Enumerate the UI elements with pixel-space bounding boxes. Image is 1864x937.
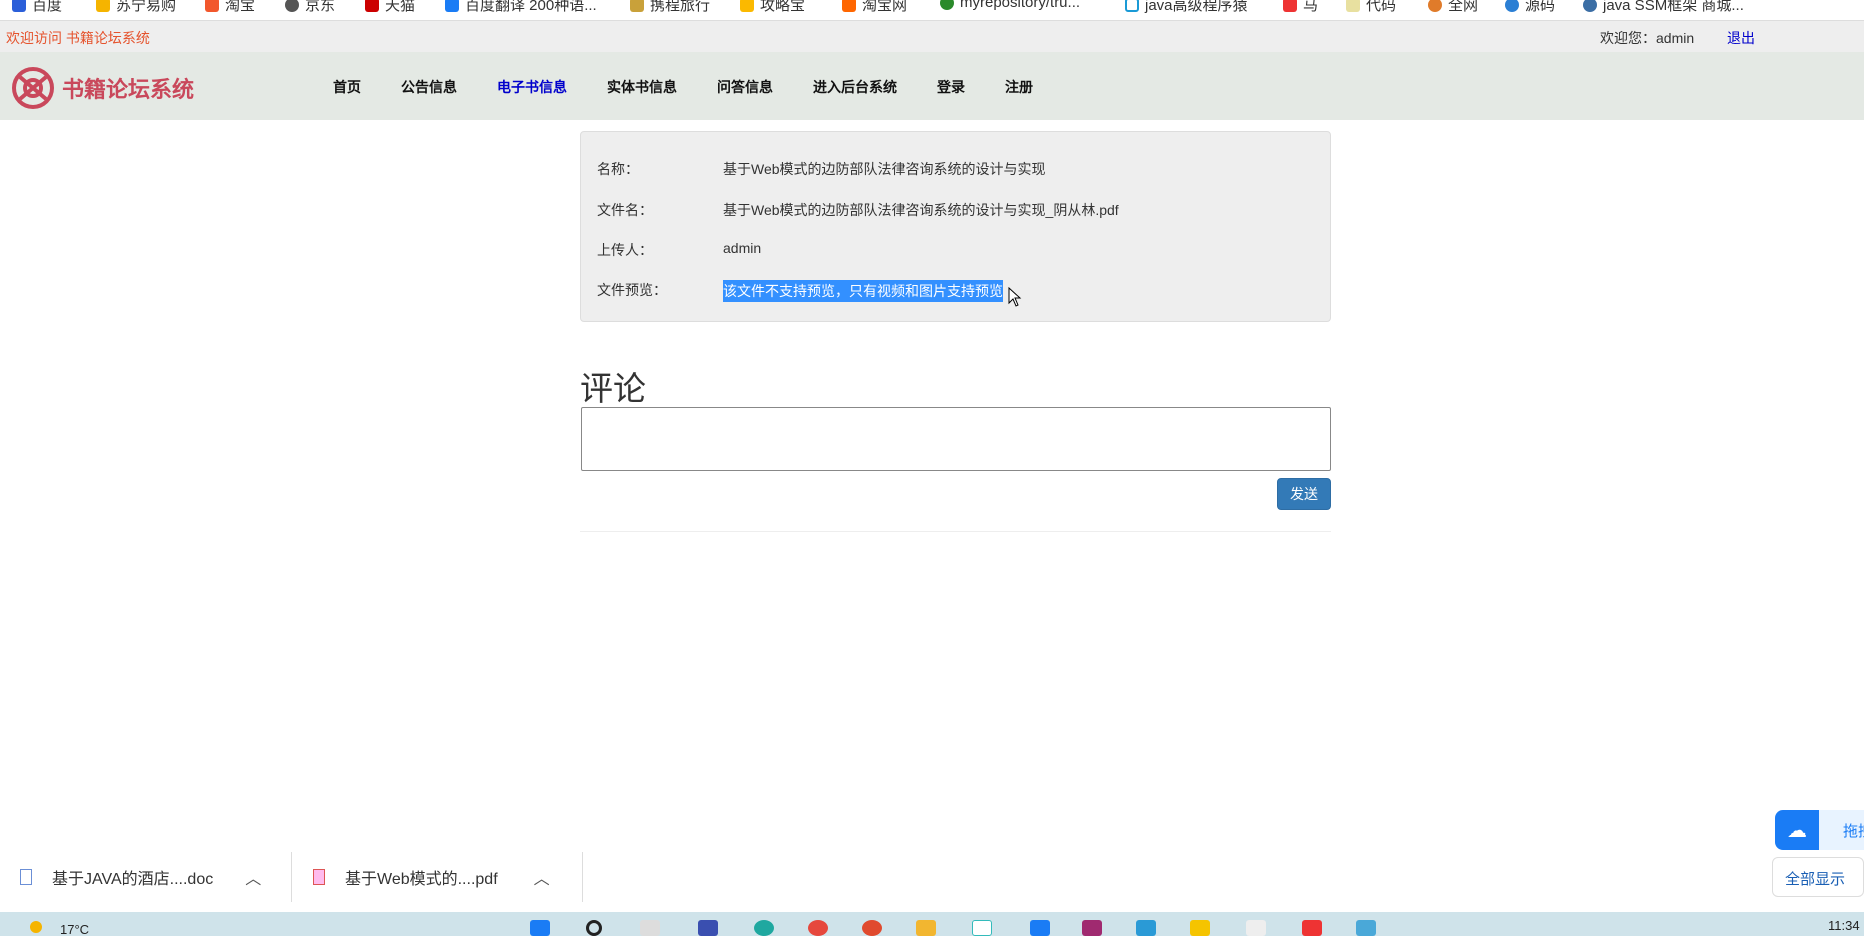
chrome-icon[interactable]: [808, 920, 828, 936]
jd-icon: [285, 0, 299, 12]
app-icon[interactable]: [1246, 920, 1266, 936]
bookmarks-bar: 百度 苏宁易购 淘宝 京东 天猫 百度翻译 200种语... 携程旅行 攻略宝 …: [0, 0, 1864, 21]
baidu-netdisk-widget[interactable]: ☁ 拖拽: [1775, 810, 1864, 850]
label: 名称：: [597, 161, 639, 177]
app-icon[interactable]: [698, 920, 718, 936]
detail-row-preview: 文件预览： 该文件不支持预览，只有视频和图片支持预览: [597, 280, 1003, 302]
download-bar: 基于JAVA的酒店....doc ︿ 基于Web模式的....pdf ︿: [0, 844, 1864, 910]
mouse-cursor-icon: [1008, 287, 1022, 307]
nav-register[interactable]: 注册: [1005, 77, 1033, 97]
bookmark-icon: [1505, 0, 1519, 12]
label: 文件名：: [597, 202, 653, 218]
value: 基于Web模式的边防部队法律咨询系统的设计与实现: [723, 161, 1046, 177]
start-icon[interactable]: [530, 920, 550, 936]
weather-temp: 17°C: [60, 922, 90, 937]
chevron-up-icon[interactable]: ︿: [534, 865, 550, 889]
repo-icon: [940, 0, 954, 10]
doc-file-icon: [20, 869, 32, 885]
browser-icon[interactable]: [862, 920, 882, 936]
comment-input[interactable]: [581, 407, 1331, 471]
bookmark[interactable]: 马: [1283, 0, 1318, 15]
bookmark[interactable]: 百度: [12, 0, 62, 15]
value: 基于Web模式的边防部队法律咨询系统的设计与实现_阴从林.pdf: [723, 202, 1119, 218]
label: 文件预览：: [597, 282, 667, 298]
detail-row-uploader: 上传人： admin: [597, 240, 761, 260]
nav-announcements[interactable]: 公告信息: [401, 77, 457, 97]
ide-icon[interactable]: [1082, 920, 1102, 936]
taobao-icon: [205, 0, 219, 12]
bookmark[interactable]: 京东: [285, 0, 335, 15]
bookmark[interactable]: myrepository/tru...: [940, 0, 1080, 11]
app-icon[interactable]: [1356, 920, 1376, 936]
bookmark-icon: [1346, 0, 1360, 12]
label: 上传人：: [597, 242, 653, 258]
app-icon[interactable]: [972, 920, 992, 936]
top-welcome-bar: 欢迎访问 书籍论坛系统 欢迎您：admin 退出: [0, 21, 1864, 52]
taskview-icon[interactable]: [640, 920, 660, 936]
bookmark[interactable]: 携程旅行: [630, 0, 710, 15]
logout-link[interactable]: 退出: [1727, 28, 1755, 48]
taobao-icon: [842, 0, 856, 12]
download-item[interactable]: 基于Web模式的....pdf ︿: [313, 844, 550, 910]
search-icon[interactable]: [586, 920, 602, 936]
nav-admin[interactable]: 进入后台系统: [813, 77, 897, 97]
nav-login[interactable]: 登录: [937, 77, 965, 97]
download-item[interactable]: 基于JAVA的酒店....doc ︿: [20, 844, 261, 910]
bookmark[interactable]: 苏宁易购: [96, 0, 176, 15]
baidu-icon: [12, 0, 26, 12]
travel-icon: [630, 0, 644, 12]
suning-icon: [96, 0, 110, 12]
value: 该文件不支持预览，只有视频和图片支持预览: [723, 280, 1003, 302]
bookmark[interactable]: 源码: [1505, 0, 1555, 15]
windows-taskbar: 17°C 11:34: [0, 912, 1864, 937]
bookmark-icon: [740, 0, 754, 12]
bookmark[interactable]: 百度翻译 200种语...: [445, 0, 597, 15]
folder-icon[interactable]: [916, 920, 936, 936]
bookmark-icon: [1428, 0, 1442, 12]
bookmark-icon: [1283, 0, 1297, 12]
bookmark[interactable]: 天猫: [365, 0, 415, 15]
bookmark[interactable]: 攻略宝: [740, 0, 805, 15]
tmall-icon: [365, 0, 379, 12]
detail-row-name: 名称： 基于Web模式的边防部队法律咨询系统的设计与实现: [597, 159, 1046, 179]
welcome-text: 欢迎访问 书籍论坛系统: [6, 30, 150, 46]
bookmark[interactable]: 全网: [1428, 0, 1478, 15]
translate-icon: [445, 0, 459, 12]
pdf-file-icon: [313, 869, 325, 885]
wordpress-icon: [1583, 0, 1597, 12]
logo-text: 书籍论坛系统: [62, 77, 195, 102]
edge-icon[interactable]: [754, 920, 774, 936]
site-logo[interactable]: 书籍论坛系统: [10, 65, 194, 111]
chevron-up-icon[interactable]: ︿: [245, 865, 261, 889]
main-nav: 书籍论坛系统 首页 公告信息 电子书信息 实体书信息 问答信息 进入后台系统 登…: [0, 52, 1864, 120]
nav-qa[interactable]: 问答信息: [717, 77, 773, 97]
weather-icon: [30, 921, 42, 933]
app-icon[interactable]: [1136, 920, 1156, 936]
bookmark[interactable]: 代码: [1346, 0, 1396, 15]
ebook-detail-panel: 名称： 基于Web模式的边防部队法律咨询系统的设计与实现 文件名： 基于Web模…: [580, 131, 1331, 322]
app-icon[interactable]: [1190, 920, 1210, 936]
bookmark[interactable]: java SSM框架 商城...: [1583, 0, 1744, 15]
bookmark[interactable]: java高级程序猿: [1125, 0, 1248, 15]
app-icon[interactable]: [1030, 920, 1050, 936]
bookmark[interactable]: 淘宝网: [842, 0, 907, 15]
show-all-button[interactable]: 全部显示: [1772, 857, 1864, 897]
logo-icon: [12, 67, 54, 109]
comment-heading: 评论: [580, 370, 646, 407]
detail-row-filename: 文件名： 基于Web模式的边防部队法律咨询系统的设计与实现_阴从林.pdf: [597, 200, 1119, 220]
folder-icon: [1125, 0, 1139, 12]
value: admin: [723, 240, 762, 256]
separator: [582, 852, 583, 902]
user-greeting: 欢迎您：admin: [1600, 30, 1695, 46]
clock: 11:34: [1828, 918, 1860, 933]
baidu-netdisk-icon: ☁: [1775, 810, 1819, 850]
nav-ebooks[interactable]: 电子书信息: [497, 77, 567, 97]
app-icon[interactable]: [1302, 920, 1322, 936]
bookmark[interactable]: 淘宝: [205, 0, 255, 15]
separator: [291, 852, 292, 902]
divider: [580, 531, 1331, 532]
send-button[interactable]: 发送: [1277, 478, 1331, 510]
nav-home[interactable]: 首页: [333, 77, 361, 97]
nav-physical-books[interactable]: 实体书信息: [607, 77, 677, 97]
